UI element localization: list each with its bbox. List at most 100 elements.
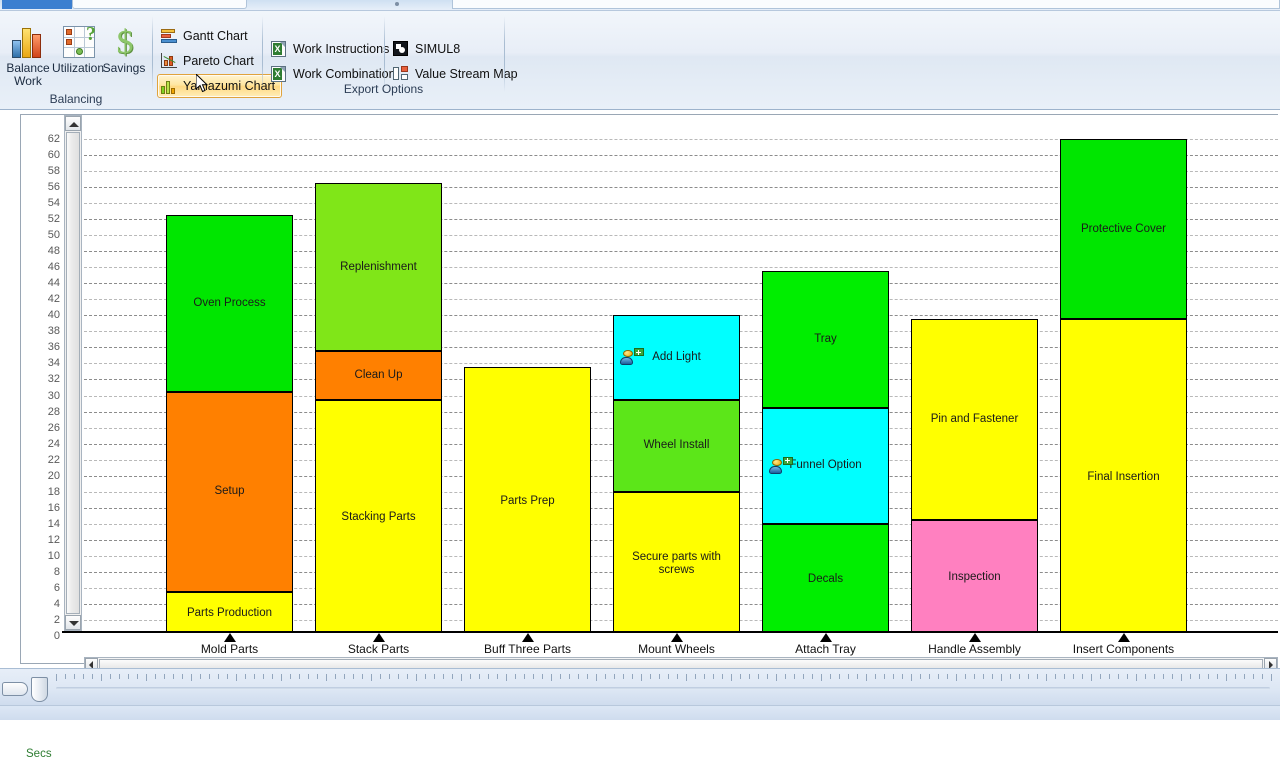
balance-work-label-line2: Work bbox=[14, 74, 42, 88]
y-axis-tick: 4 bbox=[53, 597, 60, 610]
balancing-group-title: Balancing bbox=[49, 92, 103, 106]
chart-vertical-scrollbar[interactable] bbox=[64, 115, 82, 631]
pareto-chart-label: Pareto Chart bbox=[183, 54, 254, 68]
chart-bar[interactable]: Parts Production Setup Oven Process bbox=[166, 215, 293, 633]
ruler-tick bbox=[155, 674, 156, 679]
ruler-tick bbox=[299, 674, 300, 679]
ruler-tick bbox=[497, 674, 498, 679]
status-bar bbox=[0, 668, 1280, 720]
ruler-tick bbox=[65, 674, 66, 679]
ruler-tick bbox=[1118, 674, 1119, 679]
ruler-tick bbox=[1100, 674, 1101, 679]
y-axis-tick: 32 bbox=[47, 373, 60, 386]
zoom-slider-track[interactable] bbox=[56, 687, 1270, 690]
ruler-tick bbox=[1055, 674, 1056, 679]
ruler-tick bbox=[1001, 674, 1002, 681]
ruler-tick bbox=[956, 674, 957, 681]
chart-bar-segment[interactable]: Clean Up bbox=[315, 351, 442, 400]
chart-bar-segment[interactable]: Setup bbox=[166, 391, 293, 592]
ruler-tick bbox=[371, 674, 372, 681]
chart-bar[interactable]: Parts Prep bbox=[464, 367, 591, 633]
ruler-tick bbox=[191, 674, 192, 681]
chart-bar-segment[interactable]: Secure parts with screws bbox=[613, 491, 740, 633]
ruler-tick bbox=[1037, 674, 1038, 679]
triangle-down-icon[interactable] bbox=[65, 615, 81, 630]
chart-bar[interactable]: Decals Funnel Option Tray bbox=[762, 271, 889, 633]
vertical-scroll-thumb[interactable] bbox=[66, 132, 80, 614]
chart-bar-segment[interactable]: Stacking Parts bbox=[315, 399, 442, 633]
dollar-icon: $ bbox=[116, 24, 134, 61]
ruler-tick bbox=[83, 674, 84, 679]
ruler-tick bbox=[902, 674, 903, 679]
y-axis-tick: 6 bbox=[53, 581, 60, 594]
chart-bar-segment[interactable]: Parts Prep bbox=[464, 367, 591, 633]
ruler-tick bbox=[506, 674, 507, 681]
chart-bar-segment[interactable]: Decals bbox=[762, 523, 889, 633]
ruler-tick bbox=[992, 674, 993, 679]
ruler-tick bbox=[326, 674, 327, 681]
balance-work-button[interactable]: Balance Work bbox=[2, 24, 54, 96]
chart-bar-segment[interactable]: Final Insertion bbox=[1060, 319, 1187, 633]
chart-bar-segment[interactable]: Parts Production bbox=[166, 591, 293, 633]
chart-bar[interactable]: Secure parts with screws Wheel Install Add… bbox=[613, 315, 740, 633]
segment-label: Secure parts with screws bbox=[632, 550, 721, 576]
savings-button[interactable]: $ Savings bbox=[98, 24, 150, 96]
segment-label: Stacking Parts bbox=[341, 511, 416, 524]
ribbon-tab-active[interactable] bbox=[2, 0, 72, 9]
gantt-chart-button[interactable]: Gantt Chart bbox=[157, 24, 255, 48]
segment-label: Tray bbox=[814, 332, 837, 345]
ruler-tick bbox=[1271, 674, 1272, 681]
ruler-tick bbox=[848, 674, 849, 679]
chart-bar-segment[interactable]: Inspection bbox=[911, 519, 1038, 633]
ruler-tick bbox=[551, 674, 552, 681]
y-axis-tick: 14 bbox=[47, 517, 60, 530]
chart-bar-segment[interactable]: Oven Process bbox=[166, 215, 293, 392]
y-axis-tick: 28 bbox=[47, 405, 60, 418]
ruler-tick bbox=[1226, 674, 1227, 681]
y-axis-tick: 10 bbox=[47, 549, 60, 562]
x-axis-tick-marker bbox=[1117, 633, 1130, 642]
ruler-tick bbox=[596, 674, 597, 681]
utilization-button[interactable]: ? Utilization bbox=[52, 24, 104, 96]
y-axis-tick: 60 bbox=[47, 149, 60, 162]
zoom-slider-thumb[interactable] bbox=[31, 677, 48, 702]
chart-bar[interactable]: Final Insertion Protective Cover bbox=[1060, 139, 1187, 633]
chart-bar-segment[interactable]: Add Light bbox=[613, 315, 740, 400]
chart-bar-segment[interactable]: Pin and Fastener bbox=[911, 319, 1038, 520]
pareto-chart-button[interactable]: Pareto Chart bbox=[157, 49, 261, 73]
chart-bar-segment[interactable]: Tray bbox=[762, 271, 889, 408]
ruler-tick bbox=[308, 674, 309, 679]
segment-label: Funnel Option bbox=[789, 459, 862, 472]
ruler-tick bbox=[1127, 674, 1128, 679]
y-axis-tick: 8 bbox=[53, 565, 60, 578]
y-axis-tick: 62 bbox=[47, 133, 60, 145]
ruler-tick bbox=[695, 674, 696, 679]
ruler-tick bbox=[1145, 674, 1146, 679]
y-axis-tick: 34 bbox=[47, 357, 60, 370]
ribbon-tab-secondary[interactable] bbox=[72, 0, 247, 9]
chart-bar[interactable]: Stacking Parts Clean Up Replenishment bbox=[315, 183, 442, 633]
ruler-tick bbox=[947, 674, 948, 679]
ruler-tick bbox=[1136, 674, 1137, 681]
ribbon-tab-panel-edge bbox=[452, 0, 1280, 9]
chart-bar-segment[interactable]: Funnel Option bbox=[762, 407, 889, 524]
ruler-tick bbox=[281, 674, 282, 681]
segment-label: Clean Up bbox=[354, 368, 403, 381]
ruler-tick bbox=[1199, 674, 1200, 679]
chart-bar-segment[interactable]: Wheel Install bbox=[613, 399, 740, 492]
chart-bar[interactable]: Inspection Pin and Fastener bbox=[911, 319, 1038, 633]
y-axis-tick-labels: 62 60 58 56 54 52 50 48 46 44 42 40 38 36 34 32 30 28 26 24… bbox=[26, 110, 60, 668]
pareto-icon bbox=[159, 52, 178, 71]
gantt-chart-label: Gantt Chart bbox=[183, 29, 248, 43]
export-options-group-title: Export Options bbox=[343, 82, 424, 96]
ruler-tick bbox=[785, 674, 786, 679]
y-axis-tick: 48 bbox=[47, 245, 60, 258]
chart-bar-segment[interactable]: Replenishment bbox=[315, 183, 442, 352]
triangle-up-icon[interactable] bbox=[65, 116, 81, 131]
chart-bar-segment[interactable]: Protective Cover bbox=[1060, 139, 1187, 320]
tag-button[interactable] bbox=[2, 682, 28, 696]
y-axis-tick: 44 bbox=[47, 277, 60, 290]
chart-plot-area[interactable]: Parts Production Setup Oven Process Stackin… bbox=[84, 115, 1278, 633]
add-resource-icon bbox=[620, 348, 644, 366]
gantt-icon bbox=[160, 27, 178, 45]
